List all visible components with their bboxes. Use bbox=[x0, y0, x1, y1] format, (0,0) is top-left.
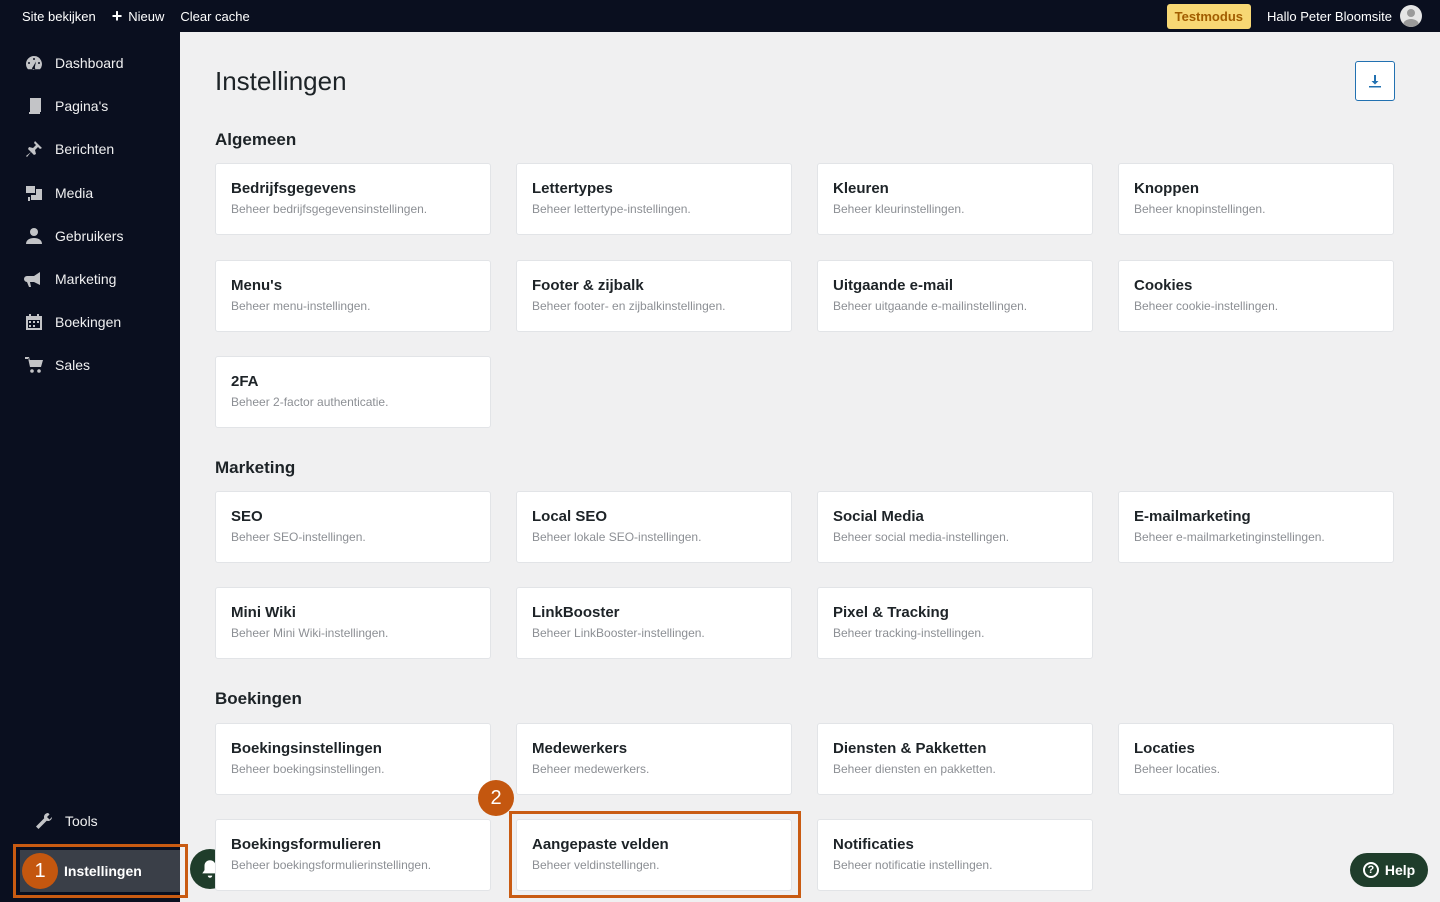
settings-card-outgoing-email[interactable]: Uitgaande e-mail Beheer uitgaande e-maili… bbox=[817, 260, 1093, 332]
dashboard-icon bbox=[24, 53, 44, 73]
user-icon bbox=[24, 226, 44, 246]
settings-card-local-seo[interactable]: Local SEO Beheer lokale SEO-instellingen. bbox=[516, 491, 792, 563]
section-title-bookings: Boekingen bbox=[215, 689, 302, 708]
avatar[interactable] bbox=[1400, 5, 1422, 27]
sidebar-item-marketing[interactable]: Marketing bbox=[0, 259, 180, 299]
sidebar: Dashboard Pagina's Berichten Media Gebru… bbox=[0, 32, 180, 902]
settings-card-services[interactable]: Diensten & Pakketten Beheer diensten en p… bbox=[817, 723, 1093, 795]
settings-card-seo[interactable]: SEO Beheer SEO-instellingen. bbox=[215, 491, 491, 563]
highlight-custom-fields bbox=[509, 811, 801, 898]
plus-icon: + bbox=[111, 6, 123, 26]
settings-card-cookies[interactable]: Cookies Beheer cookie-instellingen. bbox=[1118, 260, 1394, 332]
help-button[interactable]: ? Help bbox=[1350, 853, 1428, 887]
sidebar-item-users[interactable]: Gebruikers bbox=[0, 216, 180, 256]
test-mode-badge[interactable]: Testmodus bbox=[1166, 3, 1251, 29]
sidebar-item-sales[interactable]: Sales bbox=[0, 345, 180, 385]
question-icon: ? bbox=[1362, 862, 1379, 878]
settings-card-company[interactable]: Bedrijfsgegevens Beheer bedrijfsgegevensi… bbox=[215, 163, 491, 235]
pages-icon bbox=[24, 96, 44, 116]
sidebar-item-media[interactable]: Media bbox=[0, 173, 180, 213]
settings-card-mini-wiki[interactable]: Mini Wiki Beheer Mini Wiki-instellingen. bbox=[215, 587, 491, 659]
settings-card-booking-forms[interactable]: Boekingsformulieren Beheer boekingsformul… bbox=[215, 819, 491, 891]
new-menu[interactable]: + Nieuw bbox=[104, 0, 173, 32]
settings-card-colors[interactable]: Kleuren Beheer kleurinstellingen. bbox=[817, 163, 1093, 235]
view-site-link[interactable]: Site bekijken bbox=[14, 0, 104, 32]
download-icon bbox=[1369, 75, 1381, 88]
cart-icon bbox=[24, 355, 44, 375]
pin-icon bbox=[24, 139, 44, 159]
settings-card-fonts[interactable]: Lettertypes Beheer lettertype-instellinge… bbox=[516, 163, 792, 235]
sidebar-item-bookings[interactable]: Boekingen bbox=[0, 302, 180, 342]
step-marker-2: 2 bbox=[478, 780, 514, 816]
user-greeting[interactable]: Hallo Peter Bloomsite bbox=[1267, 9, 1392, 24]
settings-card-linkbooster[interactable]: LinkBooster Beheer LinkBooster-instelling… bbox=[516, 587, 792, 659]
settings-card-employees[interactable]: Medewerkers Beheer medewerkers. bbox=[516, 723, 792, 795]
sidebar-item-dashboard[interactable]: Dashboard bbox=[0, 43, 180, 83]
section-title-general: Algemeen bbox=[215, 130, 297, 149]
download-button[interactable] bbox=[1355, 61, 1395, 101]
settings-card-notifications[interactable]: Notificaties Beheer notificatie instellin… bbox=[817, 819, 1093, 891]
admin-bar: Site bekijken + Nieuw Clear cache Testmod… bbox=[0, 0, 1440, 32]
sidebar-item-posts[interactable]: Berichten bbox=[0, 129, 180, 169]
page-title: Instellingen bbox=[215, 66, 347, 96]
settings-card-email-marketing[interactable]: E-mailmarketing Beheer e-mailmarketingins… bbox=[1118, 491, 1394, 563]
settings-card-booking-settings[interactable]: Boekingsinstellingen Beheer boekingsinste… bbox=[215, 723, 491, 795]
sidebar-item-tools[interactable]: Tools bbox=[0, 801, 180, 841]
step-marker-1: 1 bbox=[22, 853, 58, 889]
settings-card-locations[interactable]: Locaties Beheer locaties. bbox=[1118, 723, 1394, 795]
media-icon bbox=[24, 183, 44, 203]
settings-card-buttons[interactable]: Knoppen Beheer knopinstellingen. bbox=[1118, 163, 1394, 235]
settings-card-2fa[interactable]: 2FA Beheer 2-factor authenticatie. bbox=[215, 356, 491, 428]
settings-card-pixel-tracking[interactable]: Pixel & Tracking Beheer tracking-instelli… bbox=[817, 587, 1093, 659]
settings-card-menus[interactable]: Menu's Beheer menu-instellingen. bbox=[215, 260, 491, 332]
main-content: Instellingen Algemeen Bedrijfsgegevens Be… bbox=[180, 32, 1440, 902]
settings-card-footer[interactable]: Footer & zijbalk Beheer footer- en zijbal… bbox=[516, 260, 792, 332]
settings-card-social-media[interactable]: Social Media Beheer social media-instelli… bbox=[817, 491, 1093, 563]
sidebar-item-pages[interactable]: Pagina's bbox=[0, 86, 180, 126]
clear-cache-link[interactable]: Clear cache bbox=[172, 0, 257, 32]
wrench-icon bbox=[34, 811, 54, 831]
calendar-icon bbox=[24, 312, 44, 332]
section-title-marketing: Marketing bbox=[215, 458, 296, 477]
megaphone-icon bbox=[24, 269, 44, 289]
